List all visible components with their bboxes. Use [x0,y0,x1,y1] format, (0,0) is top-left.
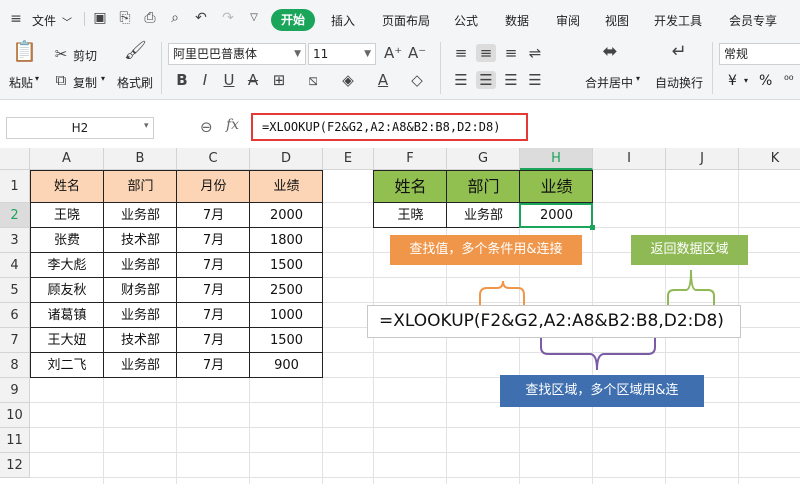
return-range-brace [667,269,715,305]
lookup-range-brace [540,338,656,371]
annotation-braces [479,269,715,371]
lookup-value-brace [479,280,525,305]
